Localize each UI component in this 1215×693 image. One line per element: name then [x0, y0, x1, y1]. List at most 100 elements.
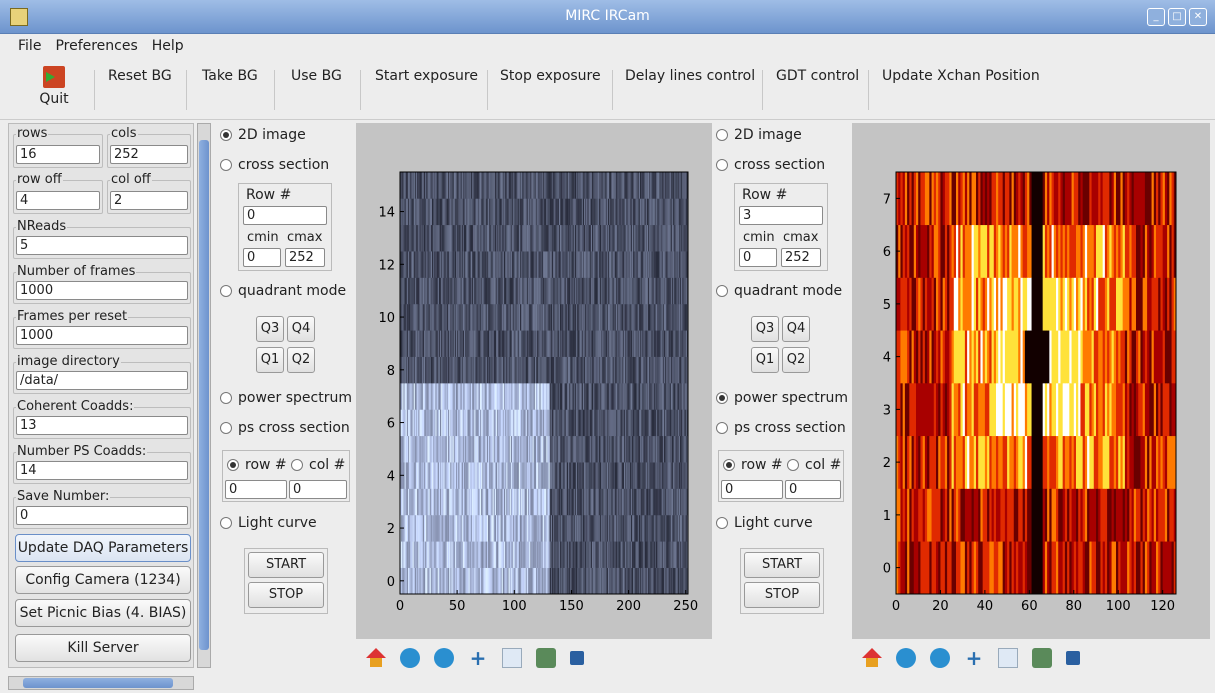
row-select-field[interactable]: 0: [721, 480, 783, 499]
cols-field[interactable]: 252: [110, 145, 188, 164]
radio-label: cross section: [734, 157, 826, 173]
nreads-group: NReads 5: [13, 220, 191, 259]
left-heatmap-chart[interactable]: 0 50 100 150 200 25002468101214: [356, 123, 712, 639]
cmin-field[interactable]: 0: [243, 248, 281, 267]
col-off-label: col off: [110, 172, 152, 187]
cmax-field[interactable]: 252: [285, 248, 325, 267]
radio-quadrant-mode[interactable]: quadrant mode: [716, 283, 842, 299]
q2-button[interactable]: Q2: [287, 347, 315, 373]
radio-2d-image[interactable]: 2D image: [716, 127, 802, 143]
coherent-label: Coherent Coadds:: [16, 399, 135, 414]
x-tick-label: 150: [559, 599, 584, 614]
row-number-field[interactable]: 3: [739, 206, 823, 225]
minimize-button[interactable]: _: [1147, 8, 1165, 26]
save-number-field[interactable]: 0: [16, 506, 188, 525]
radio-label: power spectrum: [734, 390, 848, 406]
radio-label: 2D image: [734, 127, 802, 143]
radio-cross-section[interactable]: cross section: [716, 157, 825, 173]
stop-button[interactable]: STOP: [248, 582, 324, 608]
radio-quadrant-mode[interactable]: quadrant mode: [220, 283, 346, 299]
reset-bg-button[interactable]: Reset BG: [108, 68, 172, 84]
y-tick-label: 6: [387, 417, 395, 432]
row-number-label: Row #: [742, 187, 788, 203]
toolbar: Quit Reset BG Take BG Use BG Start expos…: [0, 58, 1215, 120]
parameter-panel: rows 16 cols 252 row off 4 col off 2 NRe…: [8, 123, 194, 668]
update-xchan-button[interactable]: Update Xchan Position: [882, 68, 1040, 84]
row-off-group: row off 4: [13, 173, 103, 214]
radio-light-curve[interactable]: Light curve: [716, 515, 813, 531]
take-bg-button[interactable]: Take BG: [202, 68, 258, 84]
delay-lines-button[interactable]: Delay lines control: [625, 68, 755, 84]
radio-indicator: [220, 392, 232, 404]
gdt-control-button[interactable]: GDT control: [776, 68, 859, 84]
nreads-field[interactable]: 5: [16, 236, 188, 255]
x-tick-label: 50: [449, 599, 466, 614]
radio-row-select[interactable]: row #: [723, 457, 783, 473]
radio-col-select[interactable]: col #: [291, 457, 345, 473]
radio-power-spectrum[interactable]: power spectrum: [220, 390, 352, 406]
rows-field[interactable]: 16: [16, 145, 100, 164]
close-button[interactable]: ✕: [1189, 8, 1207, 26]
frames-reset-field[interactable]: 1000: [16, 326, 188, 345]
q1-button[interactable]: Q1: [751, 347, 779, 373]
col-off-field[interactable]: 2: [110, 191, 188, 210]
radio-power-spectrum[interactable]: power spectrum: [716, 390, 848, 406]
start-button[interactable]: START: [744, 552, 820, 578]
update-daq-button[interactable]: Update DAQ Parameters: [15, 534, 191, 562]
radio-indicator: [220, 517, 232, 529]
radio-cross-section[interactable]: cross section: [220, 157, 329, 173]
start-button[interactable]: START: [248, 552, 324, 578]
config-camera-button[interactable]: Config Camera (1234): [15, 566, 191, 594]
use-bg-button[interactable]: Use BG: [291, 68, 342, 84]
q4-button[interactable]: Q4: [782, 316, 810, 342]
q2-button[interactable]: Q2: [782, 347, 810, 373]
set-picnic-bias-button[interactable]: Set Picnic Bias (4. BIAS): [15, 599, 191, 627]
start-stop-box: START STOP: [740, 548, 824, 614]
ps-coadds-group: Number PS Coadds: 14: [13, 445, 191, 484]
stop-button[interactable]: STOP: [744, 582, 820, 608]
row-select-field[interactable]: 0: [225, 480, 287, 499]
radio-light-curve[interactable]: Light curve: [220, 515, 317, 531]
radio-ps-cross-section[interactable]: ps cross section: [220, 420, 350, 436]
radio-label: quadrant mode: [238, 283, 347, 299]
radio-col-select[interactable]: col #: [787, 457, 841, 473]
image-dir-group: image directory /data/: [13, 355, 191, 394]
maximize-button[interactable]: □: [1168, 8, 1186, 26]
stop-exposure-button[interactable]: Stop exposure: [500, 68, 601, 84]
frames-field[interactable]: 1000: [16, 281, 188, 300]
row-off-field[interactable]: 4: [16, 191, 100, 210]
cross-section-box: Row # 0 cmin cmax 0 252: [238, 183, 332, 271]
menu-file[interactable]: File: [18, 38, 41, 54]
ps-cross-box: row # col # 0 0: [222, 450, 350, 502]
radio-row-select[interactable]: row #: [227, 457, 287, 473]
radio-label: ps cross section: [238, 420, 350, 436]
radio-ps-cross-section[interactable]: ps cross section: [716, 420, 846, 436]
quit-button[interactable]: Quit: [34, 66, 74, 107]
menu-preferences[interactable]: Preferences: [55, 38, 137, 54]
col-select-field[interactable]: 0: [785, 480, 841, 499]
q3-button[interactable]: Q3: [256, 316, 284, 342]
start-exposure-button[interactable]: Start exposure: [375, 68, 478, 84]
x-tick-label: 0: [396, 599, 404, 614]
vertical-scrollbar[interactable]: [197, 123, 211, 668]
radio-label: ps cross section: [734, 420, 846, 436]
ps-coadds-field[interactable]: 14: [16, 461, 188, 480]
radio-indicator: [291, 459, 303, 471]
save-number-group: Save Number: 0: [13, 490, 191, 529]
menu-help[interactable]: Help: [152, 38, 184, 54]
kill-server-button[interactable]: Kill Server: [15, 634, 191, 662]
cmax-field[interactable]: 252: [781, 248, 821, 267]
col-select-field[interactable]: 0: [289, 480, 347, 499]
cmin-field[interactable]: 0: [739, 248, 777, 267]
q3-button[interactable]: Q3: [751, 316, 779, 342]
q4-button[interactable]: Q4: [287, 316, 315, 342]
row-number-field[interactable]: 0: [243, 206, 327, 225]
radio-2d-image[interactable]: 2D image: [220, 127, 306, 143]
coherent-field[interactable]: 13: [16, 416, 188, 435]
cols-label: cols: [110, 126, 138, 141]
image-dir-field[interactable]: /data/: [16, 371, 188, 390]
q1-button[interactable]: Q1: [256, 347, 284, 373]
horizontal-scrollbar[interactable]: [8, 676, 194, 690]
right-heatmap-chart[interactable]: 0 20 40 60 80 100 12001234567: [852, 123, 1210, 639]
rows-group: rows 16: [13, 127, 103, 168]
